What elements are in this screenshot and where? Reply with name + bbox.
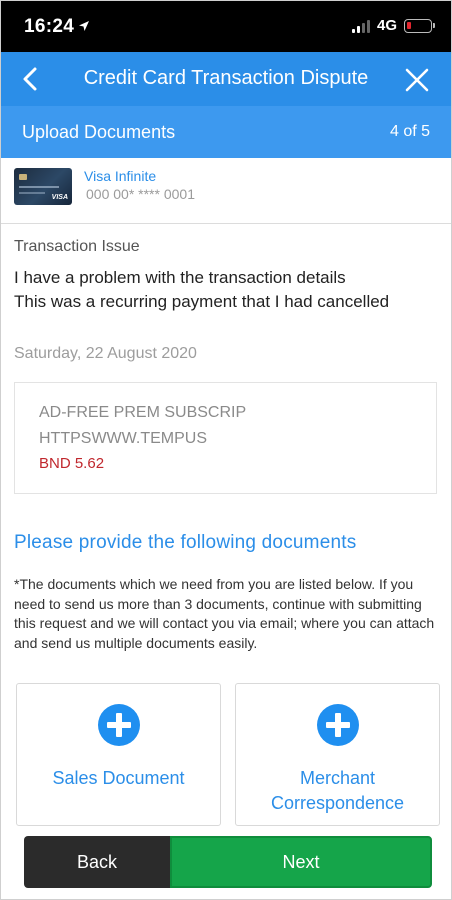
transaction-date: Saturday, 22 August 2020 [14,345,197,362]
card-brand-logo: VISA [51,194,68,201]
upload-sales-document-tile[interactable]: Sales Document [16,683,221,826]
merchant-line: HTTPSWWW.TEMPUS [39,430,207,447]
documents-note: *The documents which we need from you ar… [14,576,435,651]
location-arrow-icon [79,21,89,31]
credit-card-image: VISA [14,168,72,205]
network-type: 4G [376,17,397,34]
next-button[interactable]: Next [170,836,432,888]
issue-detail-line: I have a problem with the transaction de… [14,268,346,287]
status-indicators: 4G [351,17,435,34]
issue-detail-line: This was a recurring payment that I had … [14,292,390,311]
add-icon [97,704,140,746]
document-tile-label: Sales Document [52,768,185,788]
step-count: 4 of 5 [389,123,430,140]
issue-label: Transaction Issue [14,238,140,255]
back-button[interactable]: Back [24,836,170,888]
card-number: 000 00* **** 0001 [86,186,195,202]
merchant-line: AD-FREE PREM SUBSCRIP [39,404,247,421]
step-title: Upload Documents [22,122,176,142]
card-summary: VISA Visa Infinite 000 00* **** 0001 [0,158,452,224]
transaction-card: AD-FREE PREM SUBSCRIP HTTPSWWW.TEMPUS BN… [14,382,437,494]
nav-bar: Credit Card Transaction Dispute [0,52,452,106]
status-bar: 16:24 4G [0,0,452,52]
document-tile-label: Merchant Correspondence [270,768,405,813]
status-time: 16:24 [24,16,75,37]
transaction-amount: BND 5.62 [39,455,105,472]
close-icon [405,68,429,92]
battery-icon [404,18,435,33]
add-icon [316,704,359,746]
documents-heading: Please provide the following documents [14,532,357,553]
footer-actions: Back Next [0,826,452,900]
close-button[interactable] [402,65,432,95]
upload-merchant-correspondence-tile[interactable]: Merchant Correspondence [235,683,440,826]
step-bar: Upload Documents 4 of 5 [0,106,452,158]
signal-icon [351,19,370,33]
card-name: Visa Infinite [84,168,157,184]
page-title: Credit Card Transaction Dispute [83,67,369,89]
